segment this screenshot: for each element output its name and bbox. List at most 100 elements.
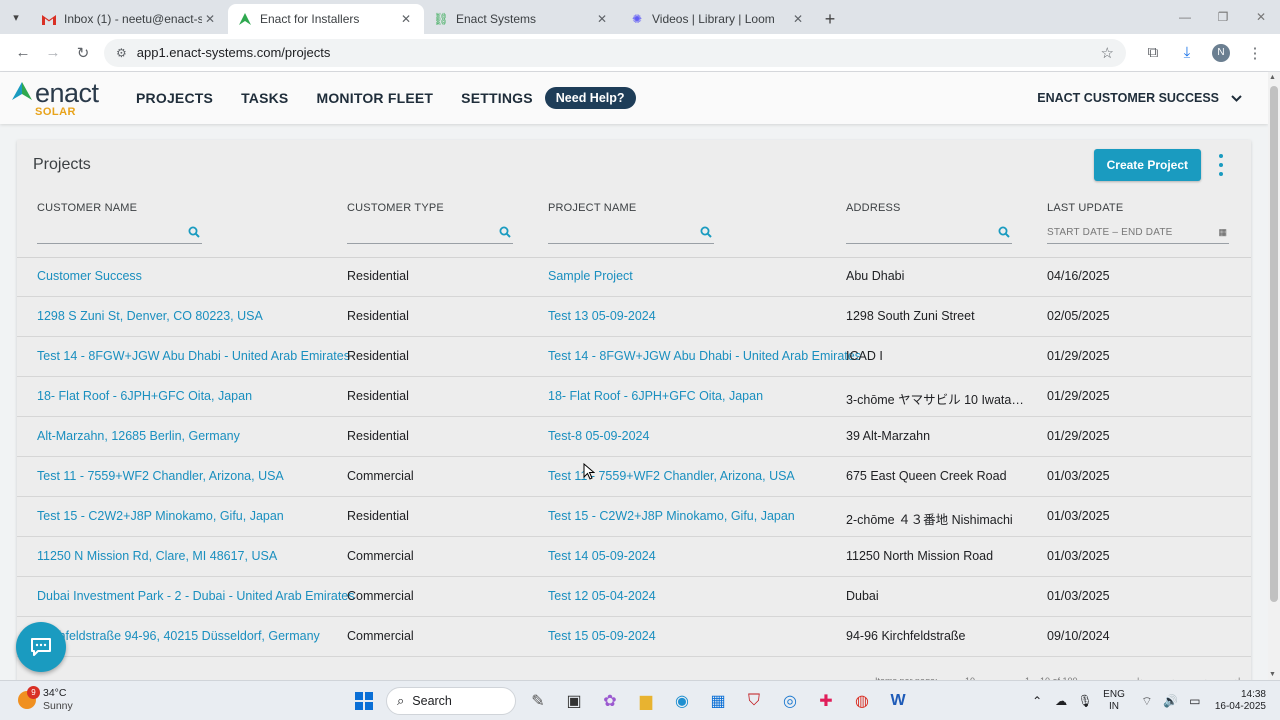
close-window-icon[interactable]: ✕	[1242, 0, 1280, 34]
onedrive-icon[interactable]: ☁	[1049, 694, 1073, 708]
clock[interactable]: 14:38 16-04-2025	[1215, 689, 1266, 713]
word-icon[interactable]: W	[884, 687, 912, 715]
nav-settings[interactable]: SETTINGS	[461, 90, 533, 106]
browser-menu-icon[interactable]: ⋮	[1238, 38, 1272, 68]
chevron-up-icon[interactable]: ⌃	[1025, 694, 1049, 708]
customer-name-link[interactable]: 1298 S Zuni St, Denver, CO 80223, USA	[37, 309, 263, 323]
outlook-icon[interactable]: ◎	[776, 687, 804, 715]
back-icon[interactable]: ←	[8, 38, 38, 68]
table-row[interactable]: Alt-Marzahn, 12685 Berlin, Germany Resid…	[17, 417, 1251, 457]
minimize-icon[interactable]: —	[1166, 0, 1204, 34]
chat-button[interactable]	[16, 622, 66, 672]
nav-projects[interactable]: PROJECTS	[136, 90, 213, 106]
scroll-thumb[interactable]	[1270, 86, 1278, 602]
project-name-link[interactable]: Test-8 05-09-2024	[548, 429, 649, 443]
tab-loom[interactable]: ✺ Videos | Library | Loom ✕	[620, 4, 816, 34]
weather-widget[interactable]: 9 34°C Sunny	[18, 686, 73, 713]
project-name-link[interactable]: Test 15 - C2W2+J8P Minokamo, Gifu, Japan	[548, 509, 795, 523]
page-scrollbar[interactable]: ▲ ▼	[1268, 72, 1280, 680]
customer-name-link[interactable]: Dubai Investment Park - 2 - Dubai - Unit…	[37, 589, 355, 603]
customer-name-link[interactable]: Test 11 - 7559+WF2 Chandler, Arizona, US…	[37, 469, 284, 483]
customer-name-link[interactable]: Test 14 - 8FGW+JGW Abu Dhabi - United Ar…	[37, 349, 350, 363]
customer-name-link[interactable]: Kirchfeldstraße 94-96, 40215 Düsseldorf,…	[37, 629, 320, 643]
task-view-icon[interactable]: ▣	[560, 687, 588, 715]
customer-name-link[interactable]: 11250 N Mission Rd, Clare, MI 48617, USA	[37, 549, 277, 563]
table-row[interactable]: Test 15 - C2W2+J8P Minokamo, Gifu, Japan…	[17, 497, 1251, 537]
close-icon[interactable]: ✕	[790, 12, 806, 26]
project-name-link[interactable]: Test 15 05-09-2024	[548, 629, 656, 643]
microphone-icon[interactable]: 🎙	[1073, 694, 1097, 708]
store-icon[interactable]: ▦	[704, 687, 732, 715]
column-header-customer-type[interactable]: CUSTOMER TYPE	[347, 202, 444, 214]
copilot-icon[interactable]: ✿	[596, 687, 624, 715]
taskbar-search-input[interactable]: ⌕ Search	[386, 687, 516, 715]
nav-tasks[interactable]: TASKS	[241, 90, 288, 106]
profile-button[interactable]: N	[1204, 38, 1238, 68]
project-name-link[interactable]: Sample Project	[548, 269, 633, 283]
table-row[interactable]: 11250 N Mission Rd, Clare, MI 48617, USA…	[17, 537, 1251, 577]
table-row[interactable]: Kirchfeldstraße 94-96, 40215 Düsseldorf,…	[17, 617, 1251, 657]
download-icon[interactable]: ⤓	[1170, 38, 1204, 68]
column-header-project-name[interactable]: PROJECT NAME	[548, 202, 636, 214]
account-menu[interactable]: ENACT CUSTOMER SUCCESS	[1037, 72, 1242, 124]
need-help-button[interactable]: Need Help?	[544, 87, 636, 109]
reload-icon[interactable]: ↻	[68, 38, 98, 68]
slack-icon[interactable]: ✚	[812, 687, 840, 715]
close-icon[interactable]: ✕	[594, 12, 610, 26]
close-icon[interactable]: ✕	[202, 12, 218, 26]
table-row[interactable]: 1298 S Zuni St, Denver, CO 80223, USA Re…	[17, 297, 1251, 337]
site-settings-icon[interactable]: ⚙	[116, 46, 127, 60]
enact-solar-logo[interactable]: enact SOLAR	[12, 76, 122, 120]
tab-enact-installers[interactable]: Enact for Installers ✕	[228, 4, 424, 34]
file-explorer-icon[interactable]: ▆	[632, 687, 660, 715]
language-indicator[interactable]: ENG IN	[1103, 689, 1125, 713]
chrome-icon[interactable]: ◍	[848, 687, 876, 715]
tab-gmail[interactable]: Inbox (1) - neetu@enact-system ✕	[32, 4, 228, 34]
extensions-icon[interactable]: ⧉	[1136, 38, 1170, 68]
url-bar[interactable]: ⚙ app1.enact-systems.com/projects ☆	[104, 38, 1126, 67]
maximize-icon[interactable]: ❐	[1204, 0, 1242, 34]
column-header-last-update[interactable]: LAST UPDATE	[1047, 202, 1123, 214]
edge-icon[interactable]: ◉	[668, 687, 696, 715]
tab-search-button[interactable]: ▾	[0, 0, 32, 34]
project-name-link[interactable]: Test 14 - 8FGW+JGW Abu Dhabi - United Ar…	[548, 349, 861, 363]
address-cell: 1298 South Zuni Street	[846, 309, 975, 323]
wifi-icon[interactable]: ⌔	[1135, 694, 1159, 709]
project-name-link[interactable]: Test 13 05-09-2024	[548, 309, 656, 323]
column-header-address[interactable]: ADDRESS	[846, 202, 901, 214]
project-name-link[interactable]: Test 14 05-09-2024	[548, 549, 656, 563]
customer-name-link[interactable]: Test 15 - C2W2+J8P Minokamo, Gifu, Japan	[37, 509, 284, 523]
address-filter-input[interactable]	[846, 224, 1012, 244]
nav-monitor-fleet[interactable]: MONITOR FLEET	[316, 90, 433, 106]
forward-icon[interactable]: →	[38, 38, 68, 68]
create-project-button[interactable]: Create Project	[1093, 149, 1201, 181]
customer-name-link[interactable]: Customer Success	[37, 269, 142, 283]
close-icon[interactable]: ✕	[398, 12, 414, 26]
table-row[interactable]: Customer Success Residential Sample Proj…	[17, 257, 1251, 297]
project-name-link[interactable]: Test 12 05-04-2024	[548, 589, 656, 603]
date-range-filter-input[interactable]: START DATE – END DATE ▦	[1047, 224, 1229, 244]
tab-enact-systems[interactable]: ⛓ Enact Systems ✕	[424, 4, 620, 34]
new-tab-button[interactable]: +	[816, 4, 844, 34]
scroll-up-icon[interactable]: ▲	[1269, 74, 1276, 81]
widgets-icon[interactable]: ✎	[524, 687, 552, 715]
project-name-filter-input[interactable]	[548, 224, 714, 244]
customer-name-filter-input[interactable]	[37, 224, 202, 244]
table-row[interactable]: Dubai Investment Park - 2 - Dubai - Unit…	[17, 577, 1251, 617]
project-name-link[interactable]: 18- Flat Roof - 6JPH+GFC Oita, Japan	[548, 389, 763, 403]
bookmark-star-icon[interactable]: ☆	[1101, 44, 1114, 62]
customer-name-link[interactable]: 18- Flat Roof - 6JPH+GFC Oita, Japan	[37, 389, 252, 403]
battery-icon[interactable]: ▭	[1183, 694, 1207, 708]
customer-name-link[interactable]: Alt-Marzahn, 12685 Berlin, Germany	[37, 429, 240, 443]
customer-type-filter-input[interactable]	[347, 224, 513, 244]
mcafee-icon[interactable]: ⛉	[740, 687, 768, 715]
more-options-icon[interactable]	[1217, 154, 1225, 176]
calendar-icon[interactable]: ▦	[1218, 227, 1227, 238]
table-row[interactable]: 18- Flat Roof - 6JPH+GFC Oita, Japan Res…	[17, 377, 1251, 417]
column-header-customer-name[interactable]: CUSTOMER NAME	[37, 202, 137, 214]
table-row[interactable]: Test 14 - 8FGW+JGW Abu Dhabi - United Ar…	[17, 337, 1251, 377]
scroll-down-icon[interactable]: ▼	[1269, 671, 1276, 678]
windows-start-icon[interactable]	[350, 687, 378, 715]
table-row[interactable]: Test 11 - 7559+WF2 Chandler, Arizona, US…	[17, 457, 1251, 497]
volume-icon[interactable]: 🔊	[1159, 694, 1183, 708]
